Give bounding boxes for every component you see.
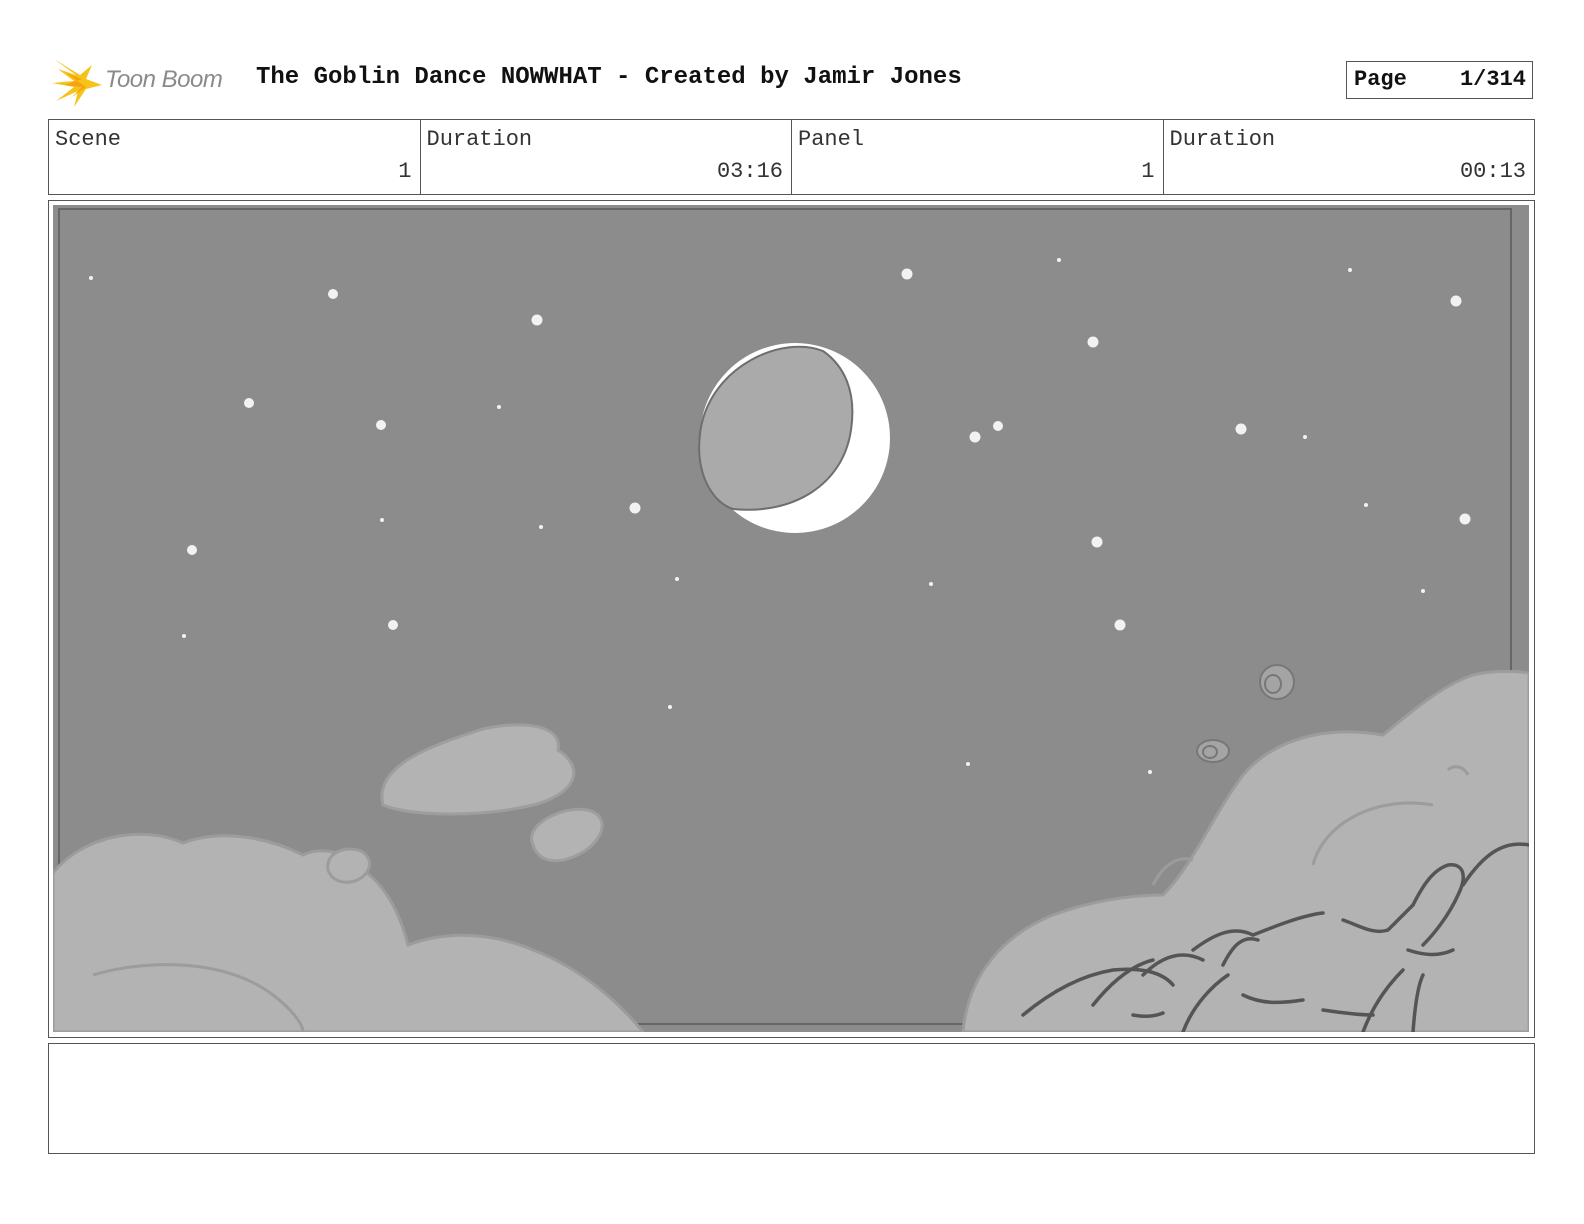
panel-drawing	[53, 205, 1529, 1032]
panel-cell: Panel 1	[792, 120, 1164, 194]
panel-duration-value: 00:13	[1459, 159, 1526, 184]
document-title: The Goblin Dance NOWWHAT - Created by Ja…	[256, 64, 962, 91]
panel-value: 1	[1141, 159, 1155, 184]
panel-info-table: Scene 1 Duration 03:16 Panel 1 Duration …	[48, 119, 1535, 195]
scene-duration-cell: Duration 03:16	[421, 120, 792, 194]
page-number: 1/314	[1459, 67, 1526, 92]
starburst-icon	[52, 59, 102, 107]
crescent-moon	[698, 343, 890, 533]
scene-label: Scene	[55, 127, 122, 152]
scene-duration-label: Duration	[426, 127, 533, 152]
scene-cell: Scene 1	[49, 120, 421, 194]
logo-text: Toon Boom	[105, 66, 223, 93]
panel-duration-cell: Duration 00:13	[1164, 120, 1535, 194]
page-indicator: Page 1/314	[1346, 61, 1533, 99]
panel-duration-label: Duration	[1169, 127, 1276, 152]
storyboard-panel	[48, 200, 1535, 1038]
panel-notes-box[interactable]	[48, 1043, 1535, 1154]
scene-duration-value: 03:16	[716, 159, 783, 184]
page-label: Page	[1354, 67, 1407, 92]
scene-value: 1	[398, 159, 412, 184]
panel-label: Panel	[798, 127, 865, 152]
